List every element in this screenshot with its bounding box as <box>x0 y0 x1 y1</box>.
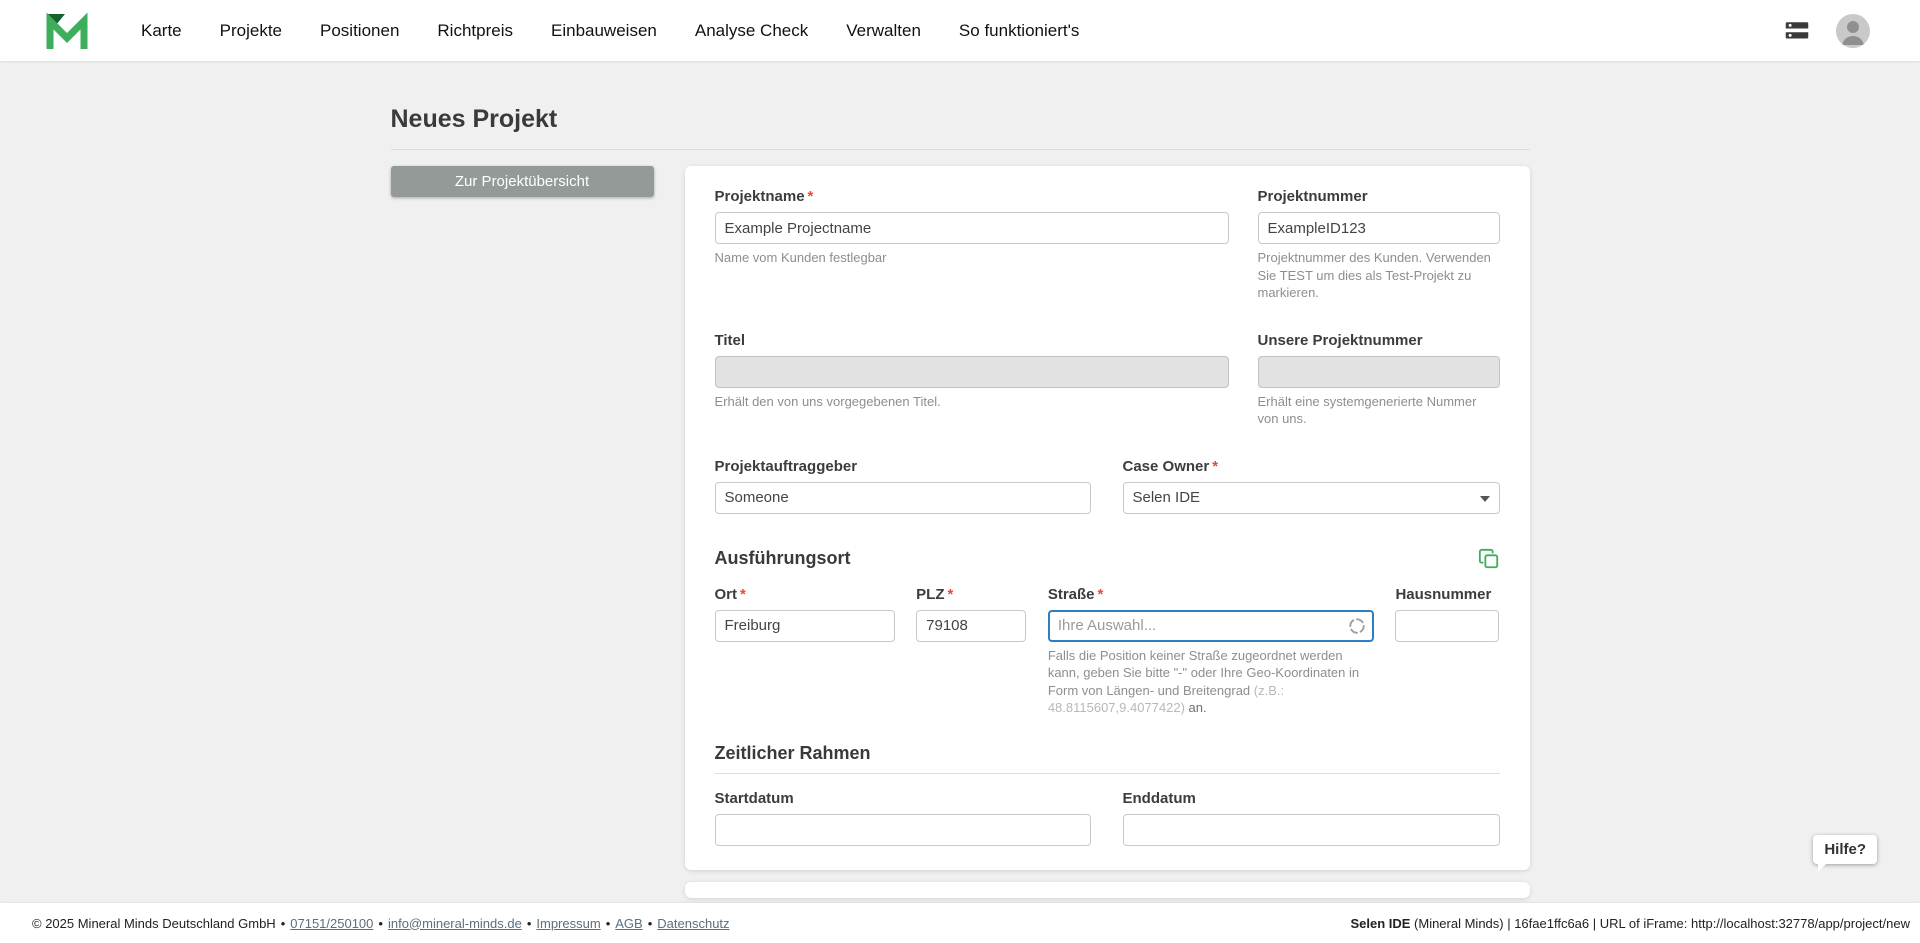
plz-input[interactable] <box>916 610 1026 642</box>
loading-spinner-icon <box>1348 617 1366 635</box>
titel-input <box>715 356 1229 388</box>
brand-logo[interactable] <box>45 9 89 53</box>
unsere-projektnummer-label: Unsere Projektnummer <box>1258 332 1500 349</box>
footer-link-phone[interactable]: 07151/250100 <box>290 916 373 931</box>
bullet-separator: • <box>648 916 653 931</box>
chevron-down-icon <box>1480 496 1490 502</box>
main-area: Neues Projekt Zur Projektübersicht Proje… <box>0 61 1920 903</box>
zeitlicher-rahmen-heading: Zeitlicher Rahmen <box>715 743 1500 764</box>
footer-left: © 2025 Mineral Minds Deutschland GmbH • … <box>32 916 730 931</box>
ort-label: Ort* <box>715 586 895 603</box>
top-nav-bar: Karte Projekte Positionen Richtpreis Ein… <box>0 0 1920 61</box>
bullet-separator: • <box>527 916 532 931</box>
projektnummer-label: Projektnummer <box>1258 188 1500 205</box>
help-button[interactable]: Hilfe? <box>1813 835 1877 864</box>
required-asterisk: * <box>740 586 746 603</box>
projektname-input[interactable] <box>715 212 1229 244</box>
nav-right-icons <box>1782 14 1870 48</box>
case-owner-value: Selen IDE <box>1133 489 1201 506</box>
case-owner-label: Case Owner* <box>1123 458 1500 475</box>
person-icon <box>1836 14 1870 48</box>
nav-item-verwalten[interactable]: Verwalten <box>846 21 921 41</box>
bullet-separator: • <box>378 916 383 931</box>
server-icon[interactable] <box>1782 16 1812 46</box>
projektnummer-input[interactable] <box>1258 212 1500 244</box>
footer-link-agb[interactable]: AGB <box>615 916 642 931</box>
strasse-helper: Falls die Position keiner Straße zugeord… <box>1048 647 1374 717</box>
ausfuehrungsort-heading: Ausführungsort <box>715 548 851 569</box>
page-title: Neues Projekt <box>391 105 1530 134</box>
enddatum-input[interactable] <box>1123 814 1500 846</box>
copy-icon[interactable] <box>1478 548 1500 570</box>
projektnummer-helper: Projektnummer des Kunden. Verwenden Sie … <box>1258 249 1500 302</box>
help-button-label: Hilfe? <box>1824 841 1866 858</box>
nav-item-positionen[interactable]: Positionen <box>320 21 399 41</box>
footer-link-impressum[interactable]: Impressum <box>536 916 600 931</box>
new-project-form-card: Projektname* Name vom Kunden festlegbar … <box>685 166 1530 870</box>
unsere-projektnummer-input <box>1258 356 1500 388</box>
enddatum-label: Enddatum <box>1123 790 1500 807</box>
footer-session-detail: (Mineral Minds) | 16fae1ffc6a6 | URL of … <box>1410 916 1910 931</box>
bullet-separator: • <box>281 916 286 931</box>
title-divider <box>391 149 1530 150</box>
bullet-separator: • <box>606 916 611 931</box>
ort-input[interactable] <box>715 610 895 642</box>
copyright-text: © 2025 Mineral Minds Deutschland GmbH <box>32 916 276 931</box>
user-avatar[interactable] <box>1836 14 1870 48</box>
projektname-helper: Name vom Kunden festlegbar <box>715 249 1229 267</box>
plz-label: PLZ* <box>916 586 1026 603</box>
zeitlicher-rahmen-divider <box>715 773 1500 774</box>
footer-link-email[interactable]: info@mineral-minds.de <box>388 916 522 931</box>
strasse-label: Straße* <box>1048 586 1374 603</box>
back-to-project-overview-button[interactable]: Zur Projektübersicht <box>391 166 654 197</box>
hausnummer-input[interactable] <box>1395 610 1499 642</box>
nav-item-analyse-check[interactable]: Analyse Check <box>695 21 808 41</box>
nav-item-einbauweisen[interactable]: Einbauweisen <box>551 21 657 41</box>
titel-helper: Erhält den von uns vorgegebenen Titel. <box>715 393 1229 411</box>
titel-label: Titel <box>715 332 1229 349</box>
footer-bar: © 2025 Mineral Minds Deutschland GmbH • … <box>0 903 1920 943</box>
nav-item-richtpreis[interactable]: Richtpreis <box>437 21 513 41</box>
projektauftraggeber-input[interactable] <box>715 482 1091 514</box>
required-asterisk: * <box>948 586 954 603</box>
startdatum-input[interactable] <box>715 814 1091 846</box>
required-asterisk: * <box>1098 586 1104 603</box>
nav-item-projekte[interactable]: Projekte <box>220 21 282 41</box>
nav-item-so-funktionierts[interactable]: So funktioniert's <box>959 21 1079 41</box>
projektauftraggeber-label: Projektauftraggeber <box>715 458 1091 475</box>
nav-item-karte[interactable]: Karte <box>141 21 182 41</box>
main-nav: Karte Projekte Positionen Richtpreis Ein… <box>141 21 1079 41</box>
logo-m-icon <box>45 9 89 53</box>
footer-user: Selen IDE <box>1350 916 1410 931</box>
required-asterisk: * <box>1212 458 1218 475</box>
strasse-input[interactable] <box>1048 610 1374 642</box>
required-asterisk: * <box>808 188 814 205</box>
hausnummer-label: Hausnummer <box>1395 586 1499 603</box>
startdatum-label: Startdatum <box>715 790 1091 807</box>
footer-session-info: Selen IDE (Mineral Minds) | 16fae1ffc6a6… <box>1350 916 1910 931</box>
case-owner-select[interactable]: Selen IDE <box>1123 482 1500 514</box>
footer-link-datenschutz[interactable]: Datenschutz <box>657 916 729 931</box>
unsere-projektnummer-helper: Erhält eine systemgenerierte Nummer von … <box>1258 393 1500 428</box>
next-card-partial <box>685 882 1530 898</box>
projektname-label: Projektname* <box>715 188 1229 205</box>
